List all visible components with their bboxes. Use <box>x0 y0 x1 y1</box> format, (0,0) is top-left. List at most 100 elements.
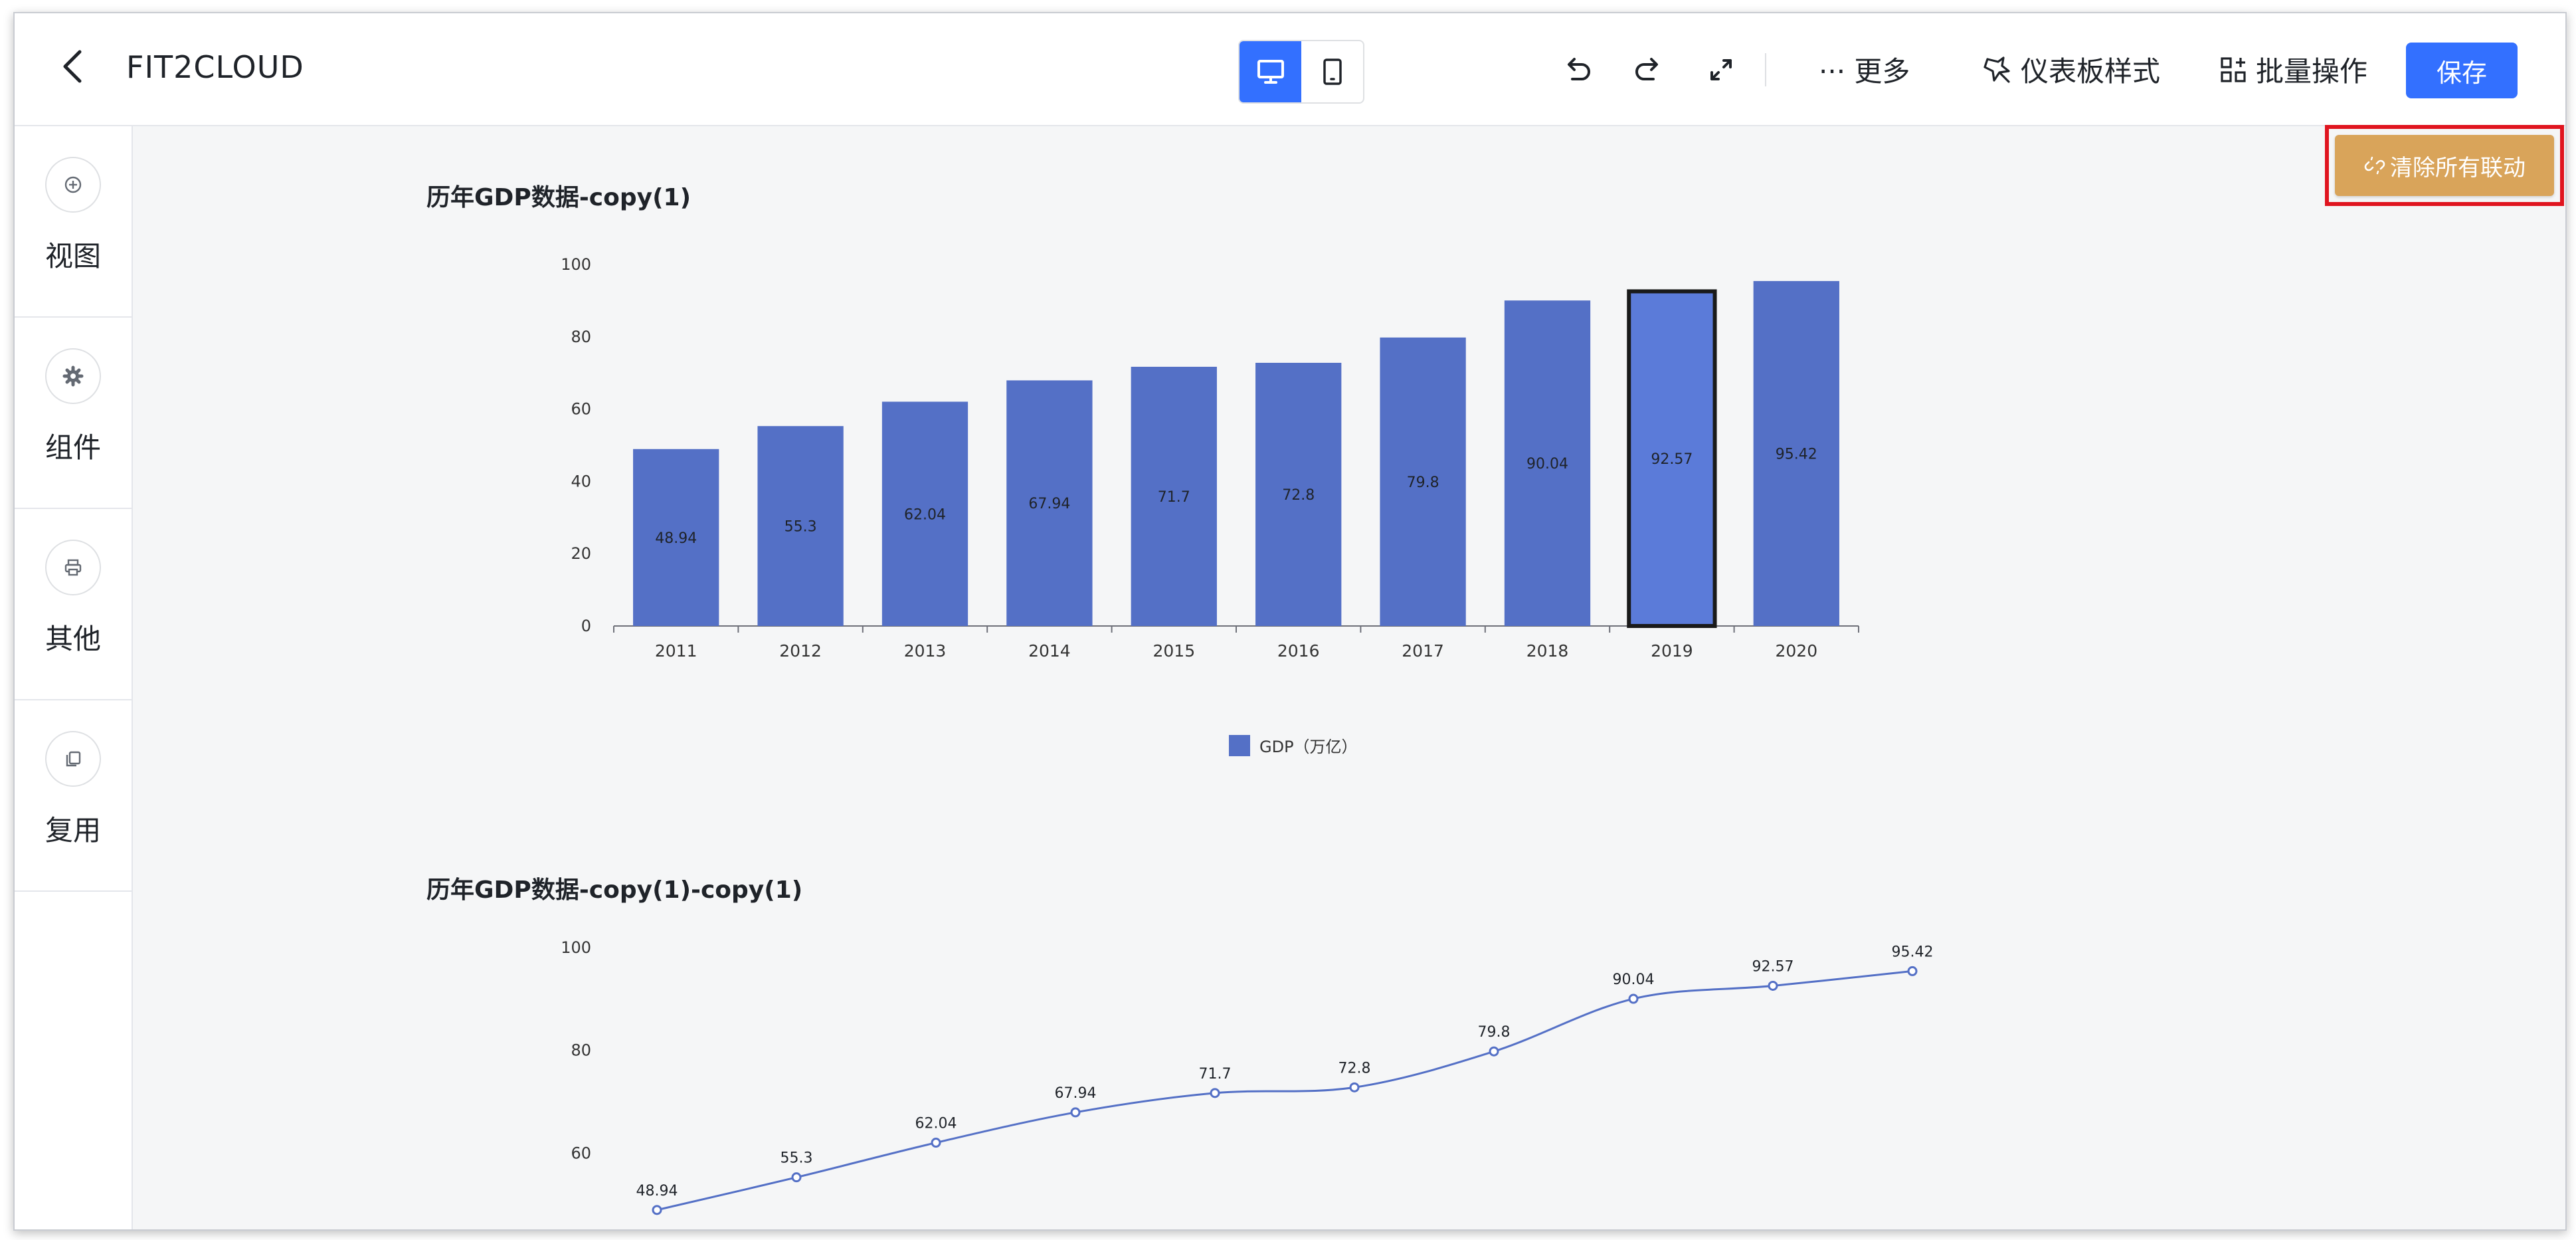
back-button[interactable] <box>54 47 94 86</box>
copy-icon <box>45 731 101 787</box>
bar-value-label: 48.94 <box>655 530 697 547</box>
y-tick-label: 60 <box>571 400 591 419</box>
data-point <box>1070 1107 1081 1118</box>
toolbar-divider <box>1765 53 1766 86</box>
bar-chart[interactable]: 0 20 40 60 80 100 48.94 2011 55.3 2012 62.04 2013 67… <box>531 239 1993 904</box>
sidebar-item-view[interactable]: 视图 <box>15 126 132 318</box>
bar-value-label: 90.04 <box>1526 456 1568 472</box>
y-tick-label: 80 <box>571 1041 591 1060</box>
bar-value-label: 67.94 <box>1028 496 1070 512</box>
sidebar-item-label: 复用 <box>45 814 101 847</box>
bar-value-label: 79.8 <box>1407 474 1439 491</box>
x-tick-label: 2018 <box>1526 641 1569 661</box>
expand-icon <box>1710 59 1732 80</box>
app-window: FIT2CLOUD ··· 更多 仪表板样式 批量操作 保存 视图 组件 其他 … <box>13 12 2567 1231</box>
point-value-label: 55.3 <box>781 1150 813 1167</box>
x-tick-label: 2015 <box>1152 641 1195 661</box>
line-chart[interactable]: 40608010048.9455.362.0467.9471.772.879.8… <box>531 924 2059 1229</box>
printer-glyph <box>64 559 82 576</box>
x-tick-label: 2016 <box>1277 641 1320 661</box>
data-point <box>1349 1082 1360 1092</box>
bar-value-label: 62.04 <box>904 506 946 523</box>
dashboard-canvas: 历年GDP数据-copy(1) 0 20 40 60 80 100 48.94 2011 55.… <box>133 126 2565 1229</box>
grid-icon <box>2221 56 2246 82</box>
printer-icon <box>45 540 101 595</box>
sidebar-item-other[interactable]: 其他 <box>15 509 132 700</box>
undo-icon <box>1568 58 1590 80</box>
bar-value-label: 71.7 <box>1158 489 1190 506</box>
point-value-label: 67.94 <box>1055 1085 1097 1102</box>
legend-swatch <box>1229 735 1250 756</box>
desktop-view-button[interactable] <box>1240 41 1301 102</box>
data-point <box>1489 1046 1499 1057</box>
batch-operation-button[interactable]: 批量操作 <box>2219 49 2367 90</box>
batch-operation-label: 批量操作 <box>2256 55 2368 88</box>
series-line <box>656 970 1913 1211</box>
app-title: FIT2CLOUD <box>126 49 304 85</box>
more-button[interactable]: ··· 更多 <box>1819 49 1910 90</box>
top-toolbar: FIT2CLOUD ··· 更多 仪表板样式 批量操作 保存 <box>15 13 2565 126</box>
clear-all-linkage-label: 清除所有联动 <box>2390 154 2526 181</box>
data-point <box>931 1138 941 1148</box>
tablet-icon <box>1323 58 1342 85</box>
chart-title: 历年GDP数据-copy(1) <box>426 184 691 211</box>
y-tick-label: 0 <box>581 617 591 635</box>
y-tick-label: 40 <box>571 472 591 490</box>
bar-value-label: 72.8 <box>1282 487 1315 504</box>
bar-value-label: 92.57 <box>1651 451 1693 468</box>
y-tick-label: 20 <box>571 544 591 563</box>
link-break-icon <box>2364 156 2385 175</box>
bar-value-label: 55.3 <box>784 519 817 536</box>
data-point <box>652 1205 662 1215</box>
sidebar-item-label: 组件 <box>45 431 101 464</box>
point-value-label: 92.57 <box>1752 958 1794 975</box>
y-tick-label: 100 <box>561 938 591 957</box>
x-tick-label: 2019 <box>1651 641 1693 661</box>
y-tick-label: 100 <box>561 255 591 274</box>
sidebar-item-label: 视图 <box>45 240 101 272</box>
monitor-icon <box>1257 60 1284 84</box>
dashboard-style-button[interactable]: 仪表板样式 <box>1981 49 2160 90</box>
data-point <box>1210 1088 1220 1098</box>
mobile-view-button[interactable] <box>1301 41 1363 102</box>
plus-circle-glyph <box>64 176 82 193</box>
x-tick-label: 2017 <box>1402 641 1444 661</box>
x-tick-label: 2012 <box>779 641 822 661</box>
sidebar-item-label: 其他 <box>45 623 101 655</box>
redo-icon <box>1635 58 1658 80</box>
sidebar-item-reuse[interactable]: 复用 <box>15 700 132 892</box>
fullscreen-button[interactable] <box>1698 47 1744 93</box>
bar-value-label: 95.42 <box>1776 446 1817 463</box>
highlight-frame: 清除所有联动 <box>2325 125 2564 206</box>
point-value-label: 48.94 <box>636 1183 678 1199</box>
data-point <box>1768 980 1778 991</box>
y-tick-label: 80 <box>571 328 591 346</box>
sidebar-item-component[interactable]: 组件 <box>15 318 132 509</box>
data-point <box>1628 993 1639 1004</box>
gear-glyph <box>62 365 84 387</box>
point-value-label: 79.8 <box>1478 1024 1511 1041</box>
device-switcher <box>1238 40 1364 104</box>
x-tick-label: 2011 <box>655 641 697 661</box>
plus-circle-icon <box>45 157 101 213</box>
legend-label: GDP（万亿） <box>1259 738 1358 756</box>
copy-glyph <box>66 751 81 767</box>
undo-button[interactable] <box>1554 47 1601 93</box>
x-tick-label: 2014 <box>1028 641 1071 661</box>
dashboard-style-label: 仪表板样式 <box>2021 55 2161 88</box>
data-point <box>791 1172 802 1183</box>
chart-title: 历年GDP数据-copy(1)-copy(1) <box>426 877 803 904</box>
point-value-label: 71.7 <box>1199 1066 1232 1083</box>
x-tick-label: 2020 <box>1775 641 1817 661</box>
redo-button[interactable] <box>1625 47 1671 93</box>
clear-all-linkage-button[interactable]: 清除所有联动 <box>2335 135 2554 196</box>
save-button[interactable]: 保存 <box>2406 43 2518 98</box>
point-value-label: 62.04 <box>915 1116 957 1132</box>
y-tick-label: 60 <box>571 1144 591 1162</box>
gear-icon <box>45 348 101 404</box>
x-tick-label: 2013 <box>904 641 947 661</box>
data-point <box>1907 966 1918 976</box>
chevron-left-icon <box>63 50 82 83</box>
point-value-label: 95.42 <box>1892 944 1934 960</box>
point-value-label: 72.8 <box>1338 1060 1371 1077</box>
